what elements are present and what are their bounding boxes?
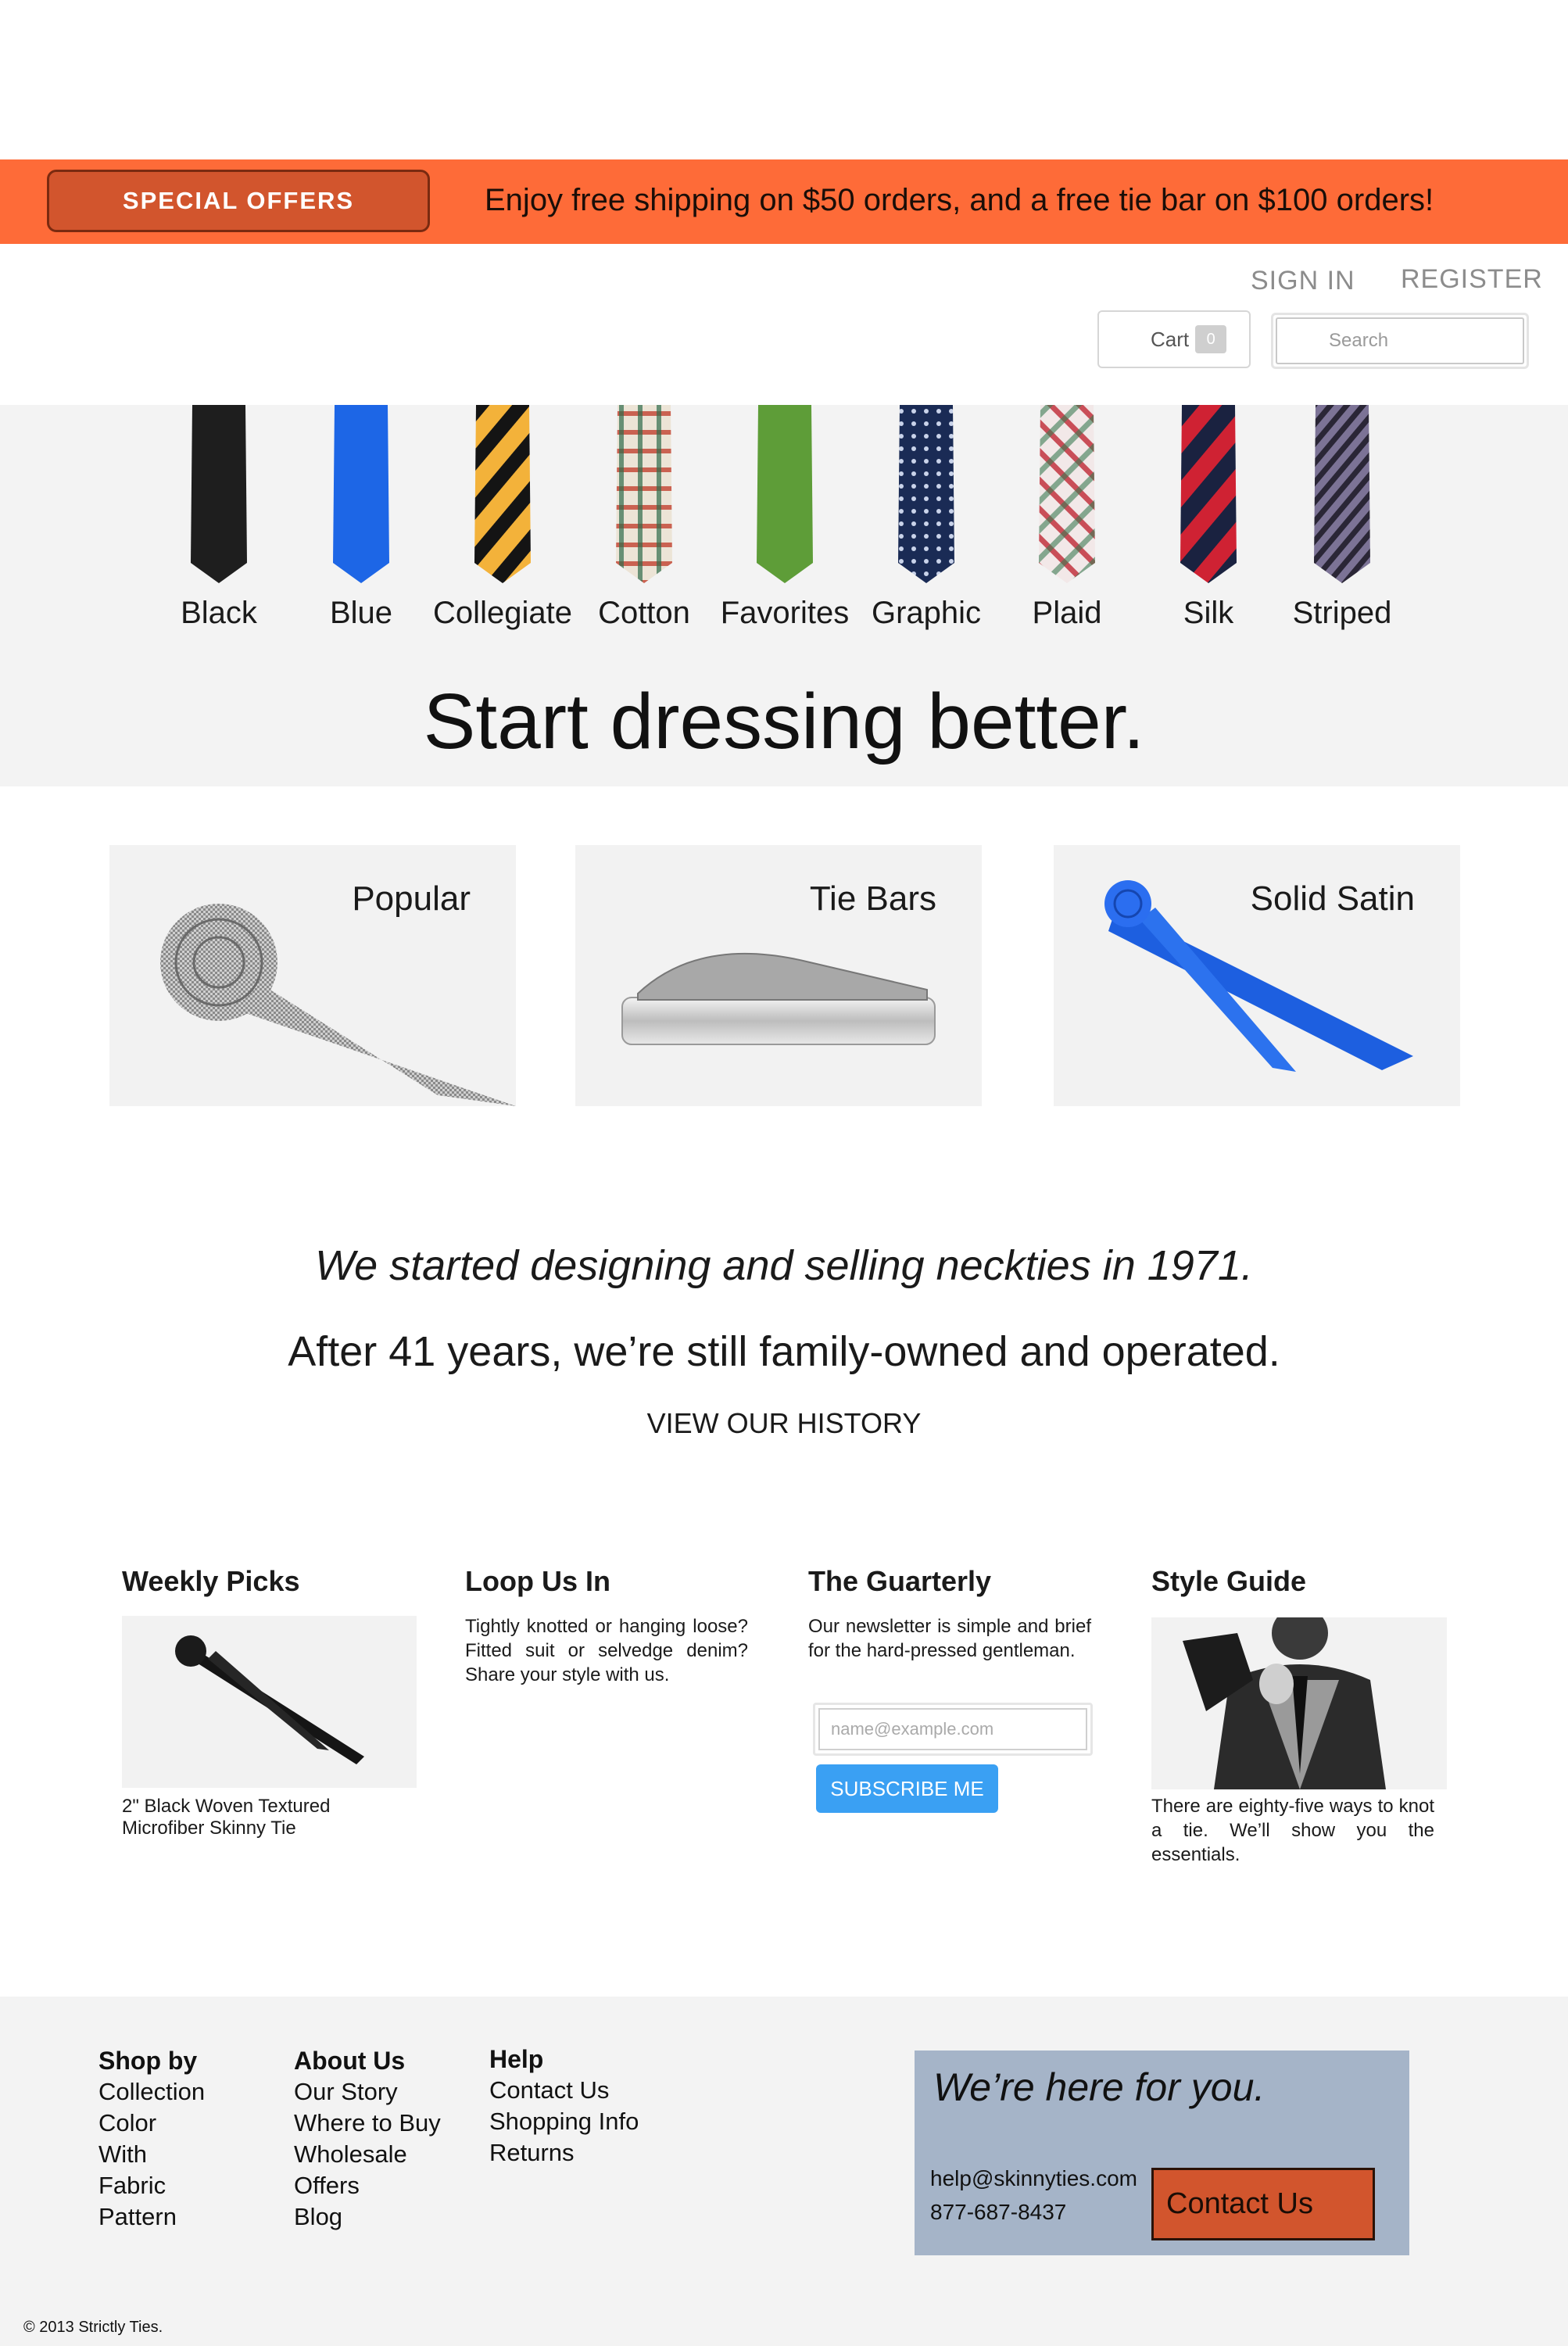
tie-category-plaid[interactable]: Plaid [997,405,1137,631]
contact-us-button[interactable]: Contact Us [1151,2168,1375,2240]
card-label: Tie Bars [809,879,936,918]
blue-tie-icon [333,405,389,583]
hero-title: Start dressing better. [423,678,1145,765]
email-field[interactable] [818,1708,1087,1750]
footer-about-heading: About Us [294,2047,406,2075]
footer-link-returns[interactable]: Returns [489,2137,639,2169]
tie-category-silk[interactable]: Silk [1138,405,1279,631]
black-tie-icon [191,405,247,583]
newsletter-title: The Guarterly [808,1565,992,1597]
search-input[interactable] [1276,317,1524,364]
view-history-link[interactable]: VIEW OUR HISTORY [647,1407,922,1439]
tie-label: Silk [1183,596,1234,630]
search-box [1271,313,1529,369]
footer-link-wholesale[interactable]: Wholesale [294,2139,441,2170]
tie-label: Plaid [1032,596,1102,630]
style-guide-title: Style Guide [1151,1565,1307,1597]
silk-tie-icon [1180,405,1237,583]
sign-in-link[interactable]: SIGN IN [1251,266,1355,296]
footer-link-blog[interactable]: Blog [294,2201,441,2233]
footer-link-fabric[interactable]: Fabric [98,2170,205,2201]
footer-shop-heading: Shop by [98,2047,198,2075]
footer-link-offers[interactable]: Offers [294,2170,441,2201]
register-link[interactable]: REGISTER [1401,264,1543,295]
cart-label: Cart [1151,327,1190,351]
style-guide-text: There are eighty-five ways to knot a tie… [1151,1796,1434,1865]
footer-shop-column: Shop by Collection Color With Fabric Pat… [98,2045,205,2233]
weekly-picks-title: Weekly Picks [122,1565,300,1597]
tie-label: Graphic [871,596,982,630]
weekly-pick-caption[interactable]: 2" Black Woven Textured Microfiber Skinn… [122,1796,411,1839]
footer-help-heading: Help [489,2045,544,2073]
footer-link-contact-us[interactable]: Contact Us [489,2075,639,2106]
copyright: © 2013 Strictly Ties. [23,2319,163,2336]
footer-link-collection[interactable]: Collection [98,2076,205,2108]
tie-label: Cotton [598,596,690,630]
tie-label: Black [181,596,257,630]
man-in-vest-image [1183,1617,1386,1789]
tie-category-favorites[interactable]: Favorites [714,405,855,631]
loop-us-in-text: Tightly knotted or hanging loose? Fitted… [465,1616,748,1685]
tie-category-black[interactable]: Black [149,405,289,631]
footer-link-pattern[interactable]: Pattern [98,2201,205,2233]
promo-message: Enjoy free shipping on $50 orders, and a… [485,183,1434,217]
tie-label: Blue [329,596,393,630]
tie-category-blue[interactable]: Blue [291,405,431,631]
contact-panel: We’re here for you. help@skinnyties.com … [915,2051,1409,2255]
newsletter-text: Our newsletter is simple and brief for t… [808,1616,1091,1661]
favorites-tie-icon [757,405,813,583]
about-subline: After 41 years, we’re still family-owned… [288,1328,1280,1375]
tie-category-cotton[interactable]: Cotton [574,405,714,631]
graphic-tie-icon [898,405,954,583]
footer-help-column: Help Contact Us Shopping Info Returns [489,2043,639,2169]
footer-link-with[interactable]: With [98,2139,205,2170]
tie-category-graphic[interactable]: Graphic [856,405,997,631]
email-field-wrapper [813,1703,1093,1756]
collegiate-tie-icon [474,405,531,583]
contact-phone[interactable]: 877-687-8437 [930,2195,1137,2229]
category-card-solid-satin[interactable]: Solid Satin [1054,845,1460,1106]
black-skinny-tie-image [175,1635,364,1764]
cart-button[interactable]: Cart 0 [1097,310,1251,368]
tie-category-striped[interactable]: Striped [1272,405,1412,631]
category-card-tie-bars[interactable]: Tie Bars [575,845,982,1106]
tie-label: Striped [1292,596,1392,630]
tie-label: Favorites [720,596,850,630]
contact-info: help@skinnyties.com 877-687-8437 [930,2162,1137,2229]
style-guide-image[interactable] [1151,1617,1447,1789]
cart-count-badge: 0 [1195,325,1227,353]
contact-title: We’re here for you. [933,2065,1265,2109]
category-card-popular[interactable]: Popular [109,845,516,1106]
footer-link-shopping-info[interactable]: Shopping Info [489,2106,639,2137]
about-headline: We started designing and selling necktie… [315,1242,1253,1289]
tie-label: Collegiate [433,596,572,630]
weekly-pick-image[interactable] [122,1616,417,1788]
subscribe-button[interactable]: SUBSCRIBE ME [816,1764,998,1813]
loop-us-in-title: Loop Us In [465,1565,610,1597]
cotton-tie-icon [616,405,672,583]
plaid-tie-icon [1039,405,1095,583]
card-label: Solid Satin [1250,879,1415,918]
card-label: Popular [352,879,471,918]
contact-email[interactable]: help@skinnyties.com [930,2162,1137,2195]
striped-tie-icon [1314,405,1370,583]
footer-link-our-story[interactable]: Our Story [294,2076,441,2108]
footer-about-column: About Us Our Story Where to Buy Wholesal… [294,2045,441,2233]
tie-category-collegiate[interactable]: Collegiate [432,405,573,631]
footer-link-color[interactable]: Color [98,2108,205,2139]
footer-link-where-to-buy[interactable]: Where to Buy [294,2108,441,2139]
special-offers-button[interactable]: SPECIAL OFFERS [47,170,430,232]
